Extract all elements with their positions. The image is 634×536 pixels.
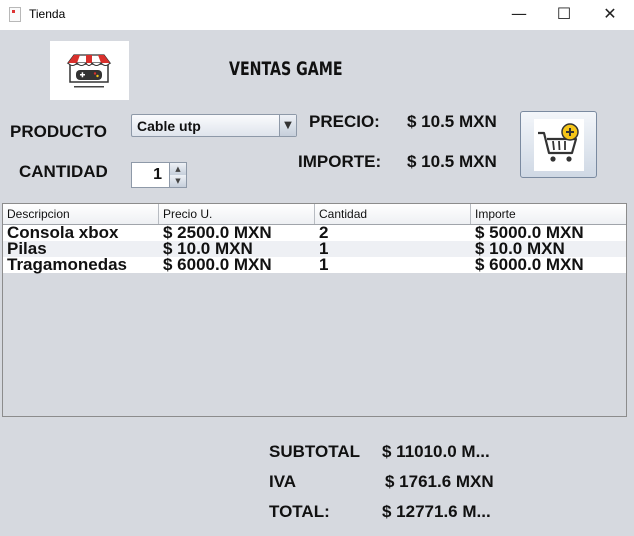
- cantidad-label: CANTIDAD: [19, 162, 108, 181]
- producto-label: PRODUCTO: [10, 122, 107, 141]
- minimize-button[interactable]: —: [496, 0, 542, 30]
- column-header-cantidad[interactable]: Cantidad: [315, 204, 471, 224]
- table-row[interactable]: Tragamonedas $ 6000.0 MXN 1 $ 6000.0 MXN: [3, 255, 626, 274]
- table-header: Descripcion Precio U. Cantidad Importe: [3, 204, 626, 225]
- add-to-cart-button[interactable]: [520, 111, 597, 178]
- precio-value: $ 10.5 MXN: [407, 112, 497, 131]
- store-logo-icon: [50, 41, 129, 100]
- page-title: VENTAS GAME: [229, 58, 343, 80]
- app-icon: [9, 7, 21, 22]
- close-button[interactable]: ✕: [587, 0, 633, 30]
- subtotal-label: SUBTOTAL: [269, 442, 360, 461]
- product-select[interactable]: Cable utp ▼: [131, 114, 297, 137]
- table-body: Consola xbox $ 2500.0 MXN 2 $ 5000.0 MXN…: [3, 223, 626, 274]
- cell-precio: $ 6000.0 MXN: [163, 255, 272, 274]
- subtotal-value: $ 11010.0 M...: [382, 442, 490, 461]
- precio-label: PRECIO:: [309, 112, 380, 131]
- iva-label: IVA: [269, 472, 297, 491]
- column-header-precio[interactable]: Precio U.: [159, 204, 315, 224]
- decrement-arrow-icon[interactable]: ▼: [169, 175, 186, 187]
- maximize-button[interactable]: ☐: [541, 0, 587, 30]
- iva-value: $ 1761.6 MXN: [385, 472, 494, 491]
- cell-importe: $ 6000.0 MXN: [475, 255, 584, 274]
- total-value: $ 12771.6 M...: [382, 502, 491, 521]
- app-window: Tienda — ☐ ✕ VENTAS GAME PRODUCTO Cable …: [0, 0, 634, 536]
- total-label: TOTAL:: [269, 502, 330, 521]
- quantity-value: 1: [153, 166, 162, 183]
- cell-descripcion: Tragamonedas: [7, 255, 127, 274]
- column-header-descripcion[interactable]: Descripcion: [3, 204, 159, 224]
- title-bar: Tienda — ☐ ✕: [0, 0, 634, 30]
- importe-label: IMPORTE:: [298, 152, 382, 171]
- chevron-down-icon[interactable]: ▼: [279, 115, 296, 136]
- product-select-value: Cable utp: [137, 118, 201, 134]
- window-title: Tienda: [29, 7, 66, 21]
- importe-value: $ 10.5 MXN: [407, 152, 497, 171]
- sales-table: Descripcion Precio U. Cantidad Importe C…: [2, 203, 627, 417]
- cell-cantidad: 1: [319, 255, 329, 274]
- add-to-cart-icon: [534, 119, 584, 171]
- quantity-stepper[interactable]: 1 ▲ ▼: [131, 162, 187, 188]
- column-header-importe[interactable]: Importe: [471, 204, 626, 224]
